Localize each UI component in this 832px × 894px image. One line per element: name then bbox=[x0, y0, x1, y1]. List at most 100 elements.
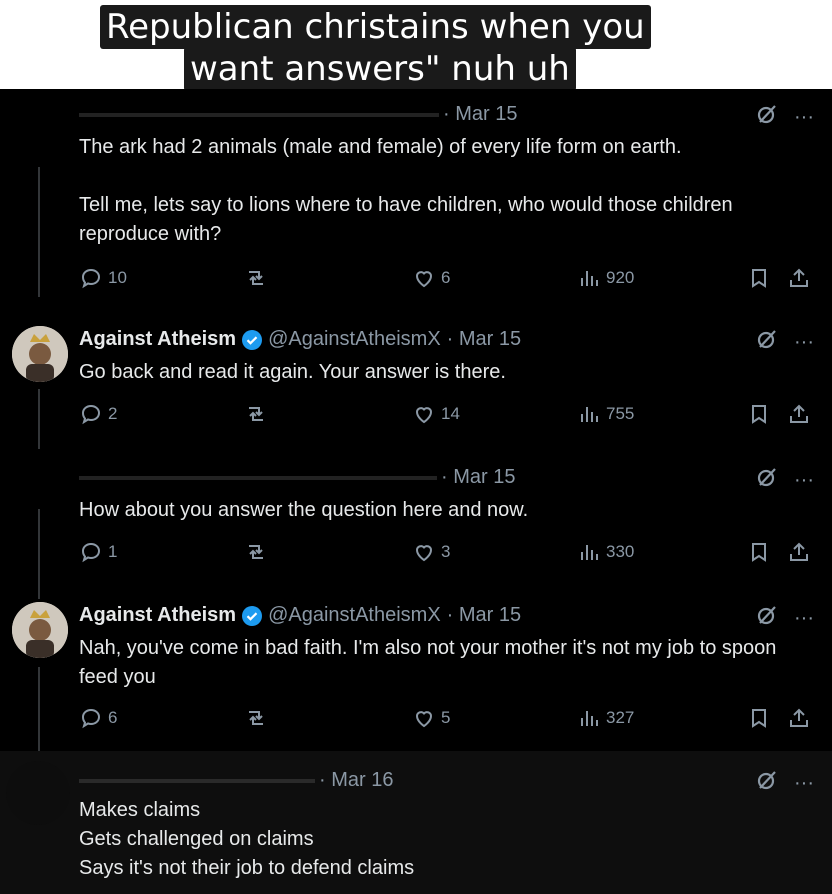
tweet-text-line: Gets challenged on claims bbox=[79, 828, 314, 850]
more-icon[interactable]: ··· bbox=[794, 331, 814, 354]
tweet-text-line: The ark had 2 animals (male and female) … bbox=[79, 136, 682, 158]
tweet-text-line: Nah, you've come in bad faith. I'm also … bbox=[79, 637, 777, 688]
views-icon bbox=[581, 545, 598, 560]
share-button[interactable] bbox=[787, 540, 811, 564]
redacted-name bbox=[79, 112, 439, 117]
tweet-actions: 2 14 755 bbox=[79, 402, 814, 430]
grok-icon[interactable] bbox=[756, 769, 778, 797]
views-button[interactable]: 330 bbox=[577, 540, 634, 564]
reply-button[interactable]: 2 bbox=[79, 402, 117, 426]
like-button[interactable]: 3 bbox=[412, 540, 450, 564]
redacted-name bbox=[79, 778, 315, 783]
tweet-text-line: Says it's not their job to defend claims bbox=[79, 857, 415, 879]
tweet[interactable]: · Mar 15 ··· The ark had 2 animals (male… bbox=[0, 89, 832, 309]
bookmark-icon bbox=[752, 405, 766, 424]
tweet-text-line bbox=[79, 162, 819, 191]
meme-caption-area: Republican christains when you want answ… bbox=[0, 0, 832, 91]
reply-count: 6 bbox=[108, 708, 118, 727]
views-count: 755 bbox=[606, 404, 635, 423]
repost-icon bbox=[249, 711, 263, 725]
like-icon bbox=[415, 407, 433, 424]
reply-button[interactable]: 10 bbox=[79, 266, 127, 290]
share-icon bbox=[790, 708, 808, 727]
share-icon bbox=[790, 404, 808, 423]
tweet-text-line: Tell me, lets say to lions where to have… bbox=[79, 194, 733, 245]
reply-count: 10 bbox=[108, 268, 127, 287]
avatar[interactable] bbox=[6, 761, 70, 825]
views-icon bbox=[581, 271, 598, 286]
share-button[interactable] bbox=[787, 706, 811, 730]
reply-count: 1 bbox=[108, 542, 118, 561]
tweet-text-line: Makes claims bbox=[79, 799, 201, 821]
tweet-text-line: Go back and read it again. Your answer i… bbox=[79, 361, 506, 383]
bookmark-button[interactable] bbox=[747, 266, 771, 290]
verified-badge-icon bbox=[242, 329, 263, 350]
repost-button[interactable] bbox=[244, 706, 268, 730]
like-button[interactable]: 14 bbox=[412, 402, 460, 426]
reply-count: 2 bbox=[108, 404, 118, 423]
avatar[interactable] bbox=[12, 326, 68, 382]
author-name[interactable]: Against Atheism bbox=[79, 328, 236, 351]
views-icon bbox=[581, 711, 598, 726]
bookmark-button[interactable] bbox=[747, 706, 771, 730]
reply-icon bbox=[81, 542, 101, 563]
redacted-name bbox=[79, 475, 437, 480]
avatar[interactable] bbox=[12, 602, 68, 658]
reply-button[interactable]: 6 bbox=[79, 706, 117, 730]
author-name[interactable]: Against Atheism bbox=[79, 604, 236, 627]
bookmark-icon bbox=[752, 709, 766, 728]
views-button[interactable]: 920 bbox=[577, 266, 634, 290]
like-count: 14 bbox=[441, 404, 460, 423]
reply-button[interactable]: 1 bbox=[79, 540, 117, 564]
like-button[interactable]: 5 bbox=[412, 706, 450, 730]
author-handle[interactable]: @AgainstAtheismX bbox=[268, 604, 441, 627]
tweet[interactable]: Against Atheism @AgainstAtheismX · Mar 1… bbox=[0, 314, 832, 454]
tweet[interactable]: · Mar 16 ··· Makes claims Gets challenge… bbox=[0, 751, 832, 894]
grok-icon[interactable] bbox=[756, 103, 778, 131]
share-button[interactable] bbox=[787, 402, 811, 426]
more-icon[interactable]: ··· bbox=[794, 469, 814, 492]
repost-icon bbox=[249, 545, 263, 559]
tweet-date[interactable]: · Mar 15 bbox=[447, 328, 521, 351]
tweet-actions: 6 5 327 bbox=[79, 706, 814, 734]
views-button[interactable]: 327 bbox=[577, 706, 634, 730]
like-icon bbox=[415, 711, 433, 728]
tweet-actions: 1 3 330 bbox=[79, 540, 814, 568]
grok-icon[interactable] bbox=[756, 328, 778, 356]
tweet[interactable]: · Mar 15 ··· How about you answer the qu… bbox=[0, 452, 832, 592]
repost-button[interactable] bbox=[244, 402, 268, 426]
tweet[interactable]: Against Atheism @AgainstAtheismX · Mar 1… bbox=[0, 590, 832, 750]
tweet-actions: 10 6 920 bbox=[79, 266, 814, 294]
tweet-date[interactable]: · Mar 15 bbox=[447, 604, 521, 627]
bookmark-icon bbox=[752, 543, 766, 562]
share-icon bbox=[790, 268, 808, 287]
like-icon bbox=[415, 545, 433, 562]
grok-icon[interactable] bbox=[756, 604, 778, 632]
bookmark-button[interactable] bbox=[747, 402, 771, 426]
more-icon[interactable]: ··· bbox=[794, 772, 814, 795]
like-count: 6 bbox=[441, 268, 451, 287]
tweet-date[interactable]: · Mar 16 bbox=[319, 769, 393, 792]
bookmark-button[interactable] bbox=[747, 540, 771, 564]
tweet-date[interactable]: · Mar 15 bbox=[441, 466, 515, 489]
views-button[interactable]: 755 bbox=[577, 402, 634, 426]
author-handle[interactable]: @AgainstAtheismX bbox=[268, 328, 441, 351]
caption-line-1: Republican christains when you bbox=[100, 5, 651, 49]
more-icon[interactable]: ··· bbox=[794, 607, 814, 630]
repost-button[interactable] bbox=[244, 266, 268, 290]
share-button[interactable] bbox=[787, 266, 811, 290]
share-icon bbox=[790, 542, 808, 561]
verified-badge-icon bbox=[242, 605, 263, 626]
views-count: 330 bbox=[606, 542, 635, 561]
grok-icon[interactable] bbox=[756, 466, 778, 494]
reply-icon bbox=[81, 268, 101, 289]
like-count: 5 bbox=[441, 708, 451, 727]
repost-button[interactable] bbox=[244, 540, 268, 564]
bookmark-icon bbox=[752, 269, 766, 288]
repost-icon bbox=[249, 271, 263, 285]
tweet-date[interactable]: · Mar 15 bbox=[443, 103, 517, 126]
caption-line-2: want answers" nuh uh bbox=[184, 47, 576, 91]
more-icon[interactable]: ··· bbox=[794, 106, 814, 129]
reply-icon bbox=[81, 404, 101, 425]
like-button[interactable]: 6 bbox=[412, 266, 450, 290]
